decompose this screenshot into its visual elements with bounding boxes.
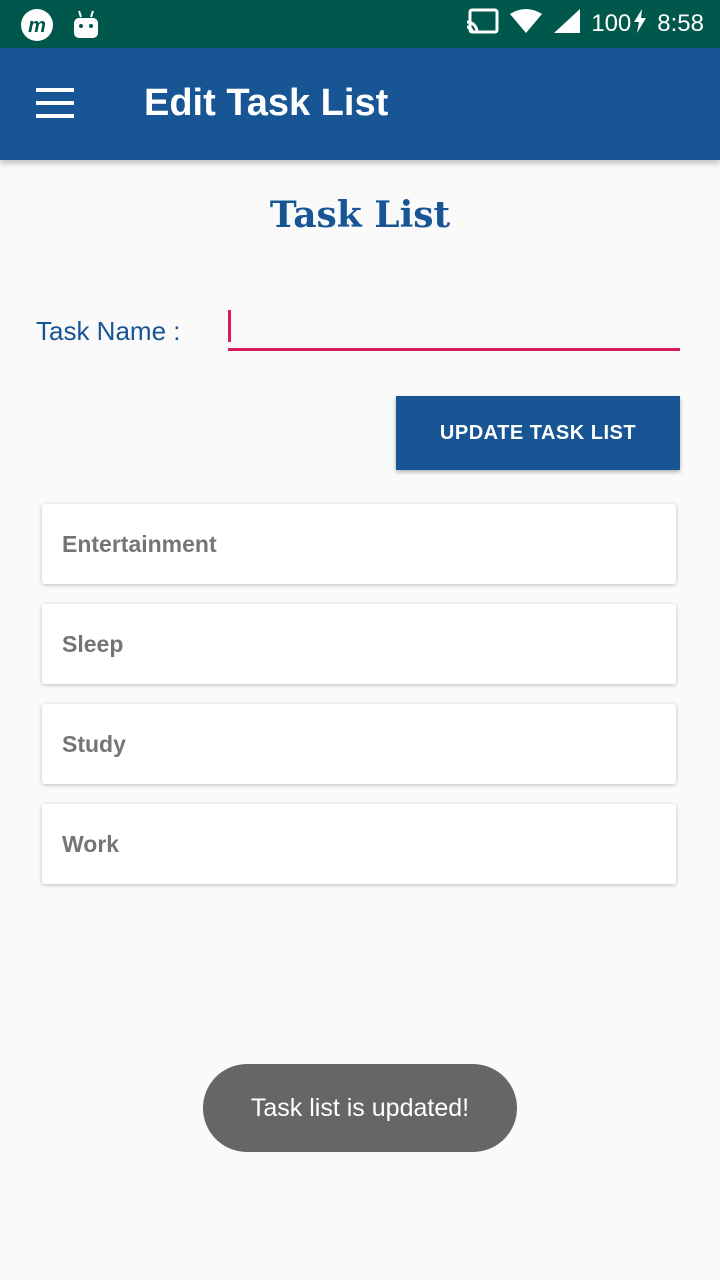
update-task-list-button[interactable]: UPDATE TASK LIST <box>396 396 680 470</box>
page-title: Edit Task List <box>144 82 389 124</box>
list-item[interactable]: Study <box>42 704 676 784</box>
task-name-input[interactable] <box>228 306 680 351</box>
list-item[interactable]: Entertainment <box>42 504 676 584</box>
wifi-icon <box>509 8 543 41</box>
m-app-icon: m <box>20 8 54 47</box>
task-list: Entertainment Sleep Study Work <box>42 504 676 904</box>
charging-bolt-icon <box>633 8 647 40</box>
signal-icon <box>553 8 581 41</box>
task-name-label: Task Name : <box>36 316 181 346</box>
battery-level: 100 <box>591 10 632 37</box>
section-title: Task List <box>269 194 451 236</box>
toast-message: Task list is updated! <box>203 1064 517 1152</box>
svg-text:m: m <box>28 15 46 37</box>
status-bar: m 100 8:58 <box>0 0 720 48</box>
list-item[interactable]: Sleep <box>42 604 676 684</box>
app-bar: Edit Task List <box>0 48 720 160</box>
cast-icon <box>467 8 499 41</box>
list-item[interactable]: Work <box>42 804 676 884</box>
list-item-label: Work <box>62 830 120 857</box>
hamburger-menu-icon[interactable] <box>36 88 76 120</box>
clock: 8:58 <box>657 10 704 37</box>
status-indicators: 100 8:58 <box>467 0 704 48</box>
text-cursor <box>228 310 231 342</box>
notification-icons: m <box>20 8 100 47</box>
android-icon <box>72 10 100 45</box>
list-item-label: Entertainment <box>62 530 217 557</box>
list-item-label: Sleep <box>62 630 124 657</box>
list-item-label: Study <box>62 730 126 757</box>
